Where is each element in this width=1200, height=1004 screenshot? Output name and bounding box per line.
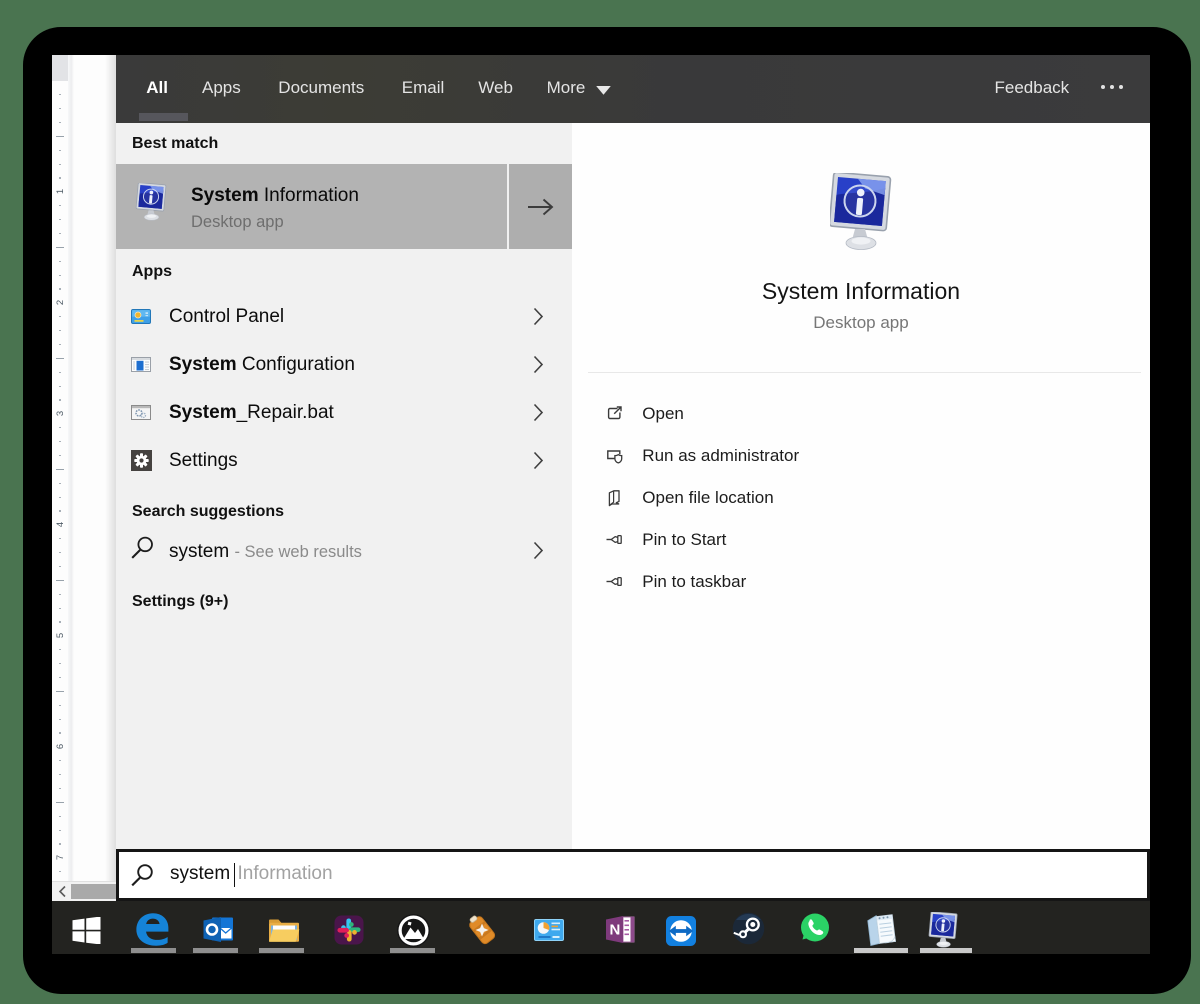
svg-text:N: N — [609, 921, 620, 938]
